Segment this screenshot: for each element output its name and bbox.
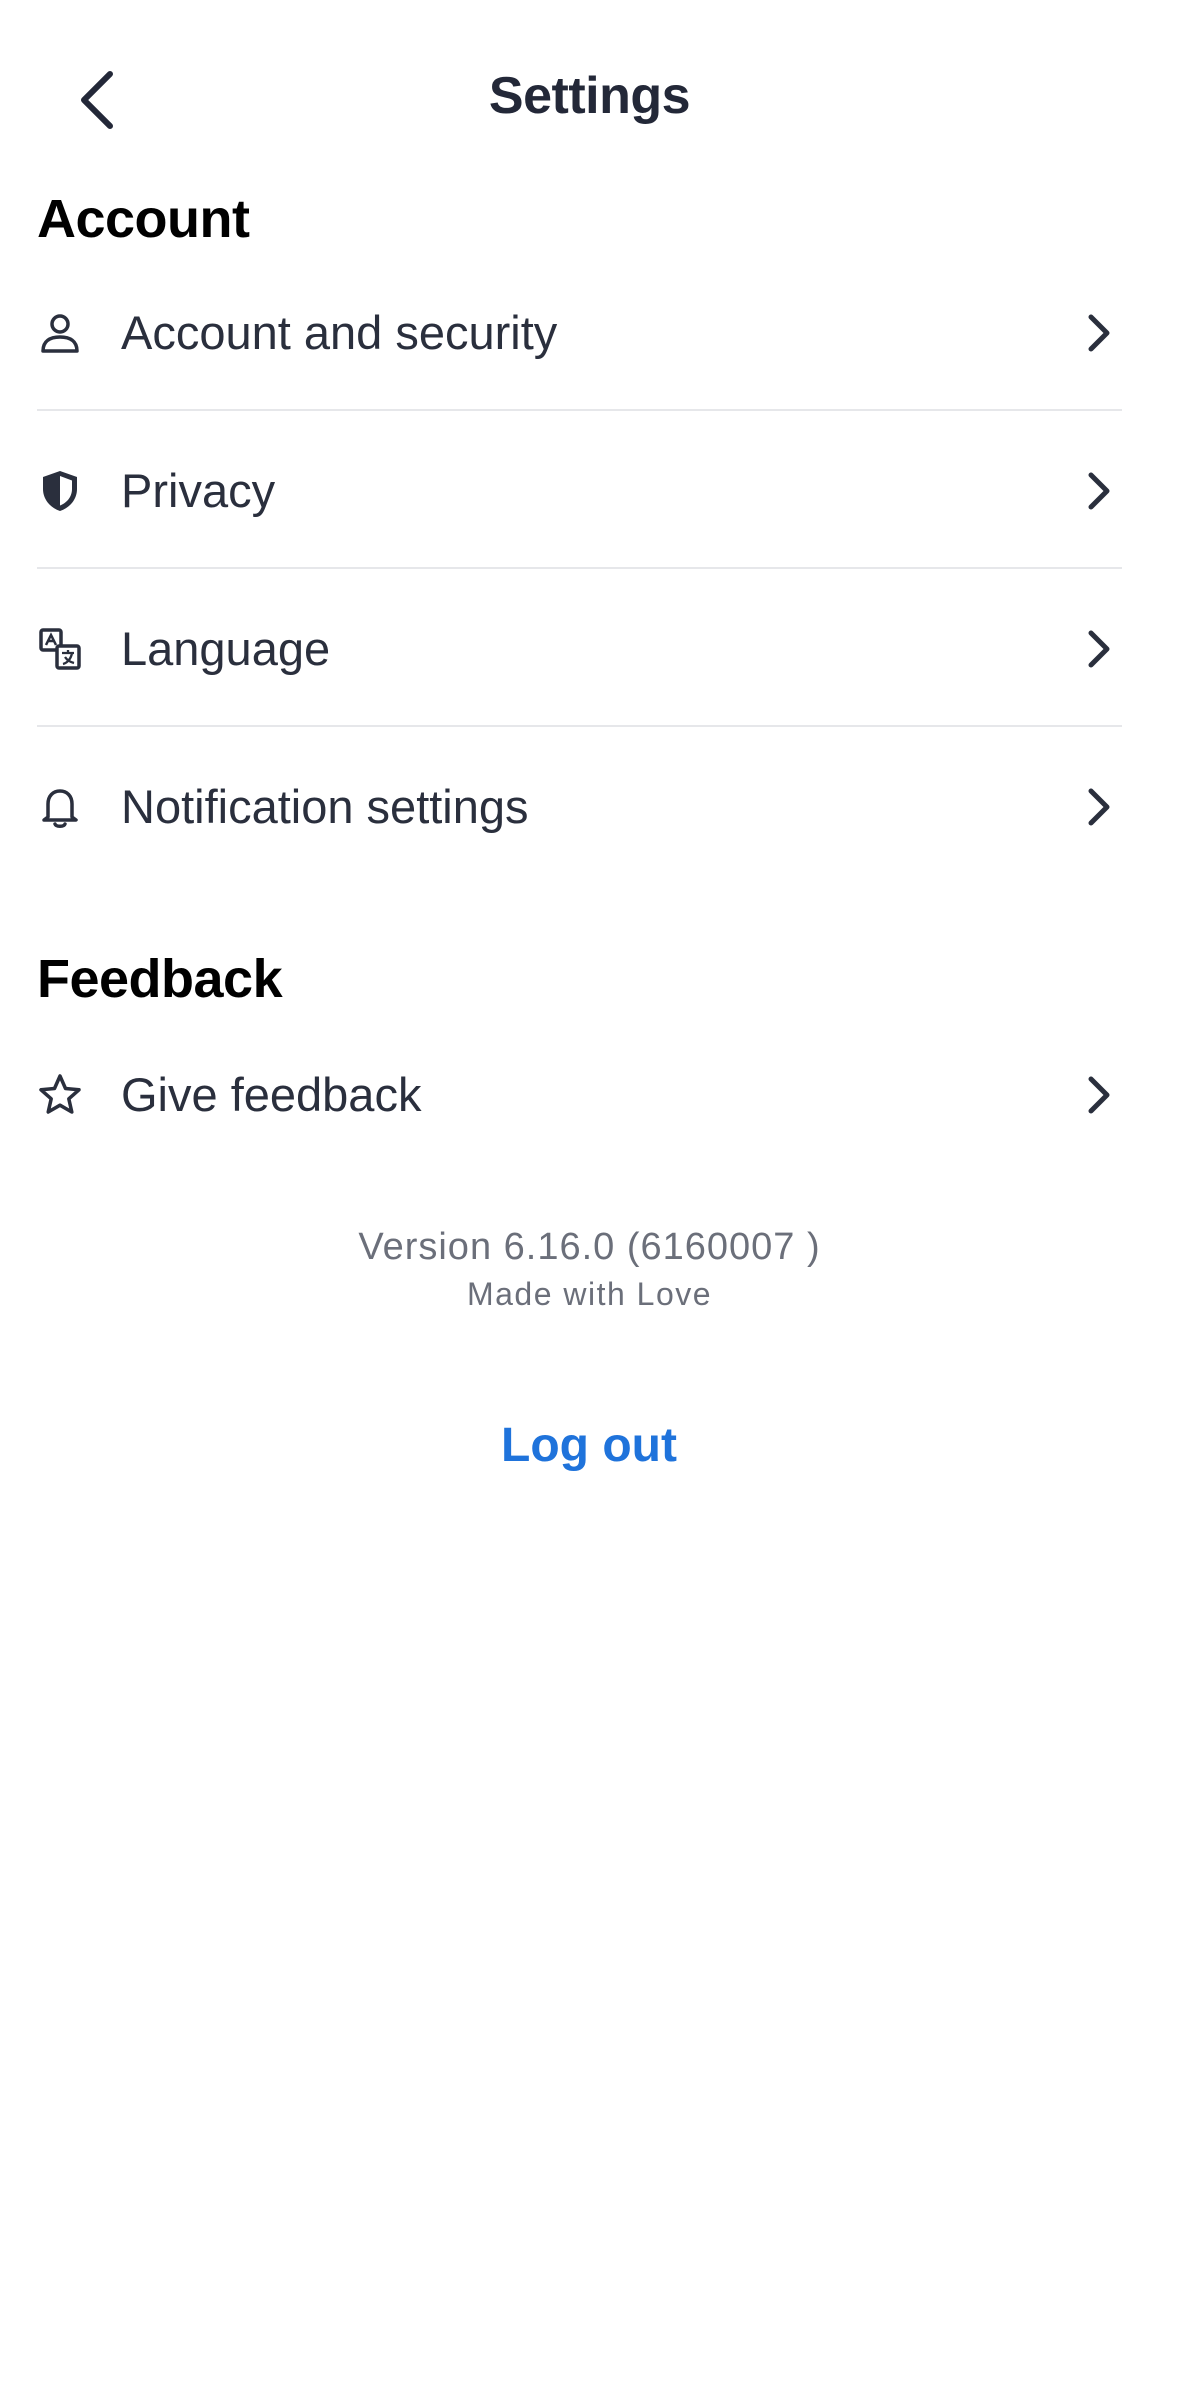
tagline-text: Made with Love <box>466 1276 713 1312</box>
settings-item-label: Privacy <box>121 464 276 517</box>
chevron-right-icon <box>1076 784 1122 830</box>
chevron-right-icon <box>1076 626 1122 672</box>
settings-screen: Settings Account Account and security Pr… <box>0 0 1179 2396</box>
settings-item-notifications[interactable]: Notification settings <box>37 728 1122 885</box>
shield-icon <box>37 468 83 514</box>
settings-item-give-feedback[interactable]: Give feedback <box>37 1016 1122 1173</box>
settings-item-language[interactable]: Language <box>37 570 1122 727</box>
translate-icon <box>37 626 83 672</box>
chevron-right-icon <box>1076 310 1122 356</box>
star-icon <box>37 1072 83 1118</box>
person-icon <box>37 310 83 356</box>
settings-item-label: Language <box>121 622 331 675</box>
chevron-right-icon <box>1076 1072 1122 1118</box>
settings-item-label: Account and security <box>121 306 558 359</box>
bell-icon <box>37 784 83 830</box>
version-text: Version 6.16.0 (6160007 ) <box>358 1226 821 1268</box>
settings-item-label: Give feedback <box>121 1068 422 1121</box>
logout-button[interactable]: Log out <box>389 1400 789 1490</box>
page-title: Settings <box>488 67 691 125</box>
settings-item-privacy[interactable]: Privacy <box>37 412 1122 569</box>
navigation-bar: Settings <box>0 40 1179 160</box>
account-section-heading: Account <box>37 189 250 249</box>
settings-item-account-security[interactable]: Account and security <box>37 254 1122 411</box>
chevron-right-icon <box>1076 468 1122 514</box>
settings-item-label: Notification settings <box>121 780 529 833</box>
feedback-section-heading: Feedback <box>37 949 283 1009</box>
